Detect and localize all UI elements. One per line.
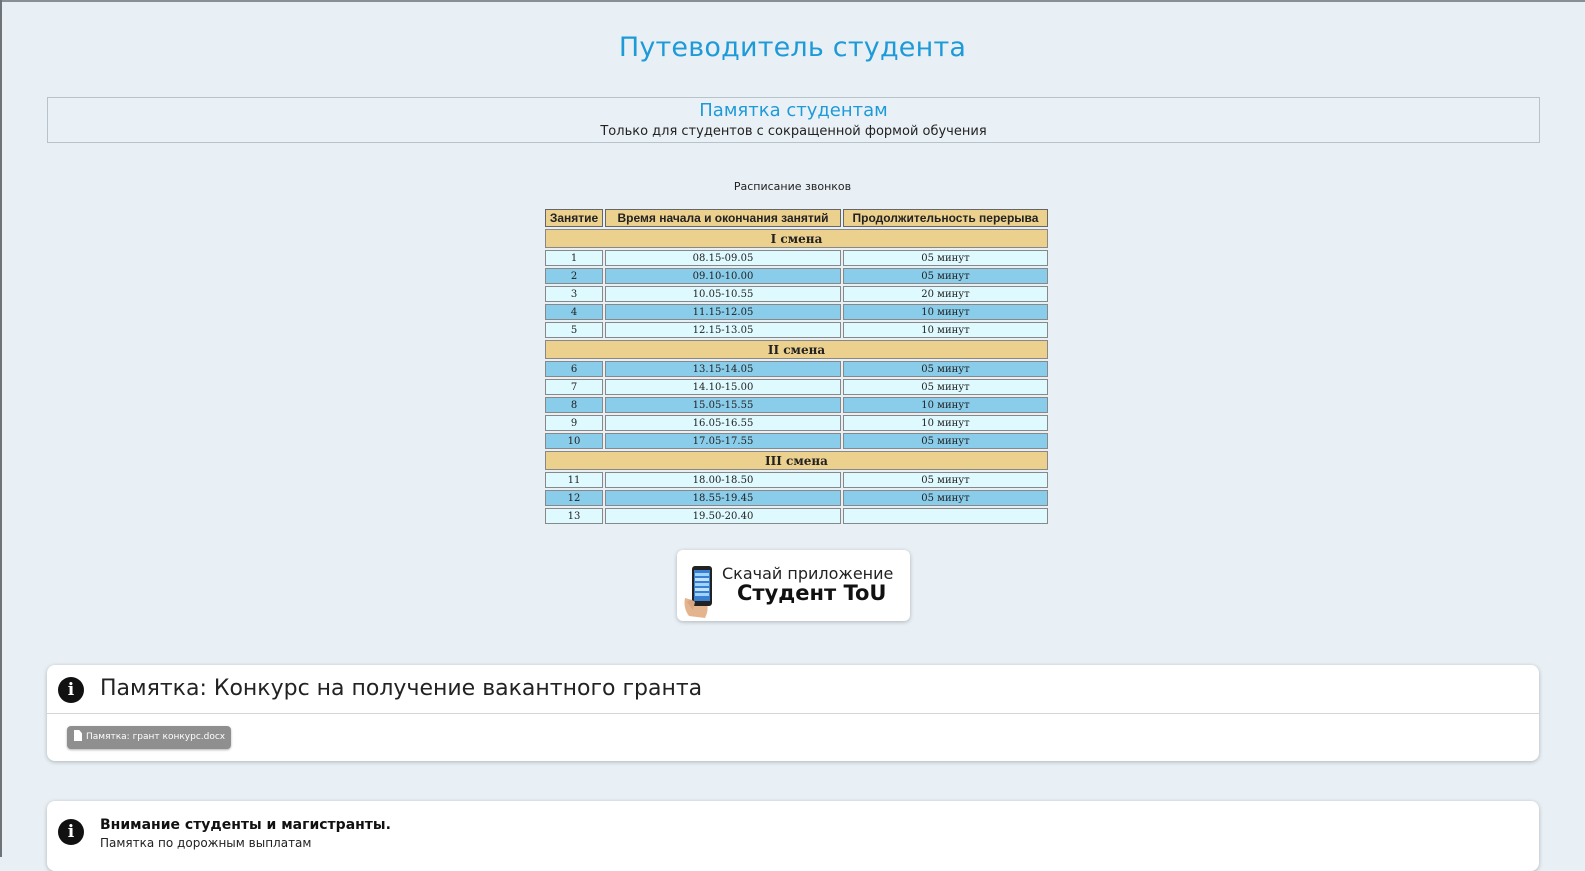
schedule-body: I смена 1 08.15-09.05 05 минут 2 09.10-10.00 0… <box>545 229 1048 524</box>
break-cell: 10 минут <box>843 415 1048 431</box>
header-break: Продолжительность перерыва <box>843 209 1048 227</box>
schedule-row: 12 18.55-19.45 05 минут <box>545 490 1048 506</box>
break-cell: 05 минут <box>843 490 1048 506</box>
schedule-caption: Расписание звонков <box>733 180 852 193</box>
lesson-number-cell: 9 <box>545 415 603 431</box>
break-cell: 20 минут <box>843 286 1048 302</box>
lesson-number-cell: 8 <box>545 397 603 413</box>
break-cell: 05 минут <box>843 361 1048 377</box>
lesson-number-cell: 12 <box>545 490 603 506</box>
time-cell: 14.10-15.00 <box>605 379 841 395</box>
lesson-number-cell: 1 <box>545 250 603 266</box>
shift-row: II смена <box>545 340 1048 359</box>
schedule-header-row: Занятие Время начала и окончания занятий… <box>545 209 1048 227</box>
shift-row: I смена <box>545 229 1048 248</box>
file-icon <box>74 730 82 741</box>
time-cell: 11.15-12.05 <box>605 304 841 320</box>
break-cell: 10 минут <box>843 397 1048 413</box>
schedule-row: 11 18.00-18.50 05 минут <box>545 472 1048 488</box>
break-cell: 05 минут <box>843 250 1048 266</box>
schedule-row: 8 15.05-15.55 10 минут <box>545 397 1048 413</box>
travel-memo-card: i Внимание студенты и магистранты. Памят… <box>47 801 1539 871</box>
schedule-row: 4 11.15-12.05 10 минут <box>545 304 1048 320</box>
time-cell: 19.50-20.40 <box>605 508 841 524</box>
schedule-row: 10 17.05-17.55 05 минут <box>545 433 1048 449</box>
shift-label: III смена <box>545 451 1048 470</box>
time-cell: 18.00-18.50 <box>605 472 841 488</box>
card-divider <box>47 713 1539 714</box>
time-cell: 16.05-16.55 <box>605 415 841 431</box>
break-cell: 05 минут <box>843 379 1048 395</box>
schedule-row: 13 19.50-20.40 <box>545 508 1048 524</box>
info-icon: i <box>58 677 84 703</box>
schedule-row: 1 08.15-09.05 05 минут <box>545 250 1048 266</box>
schedule-row: 9 16.05-16.55 10 минут <box>545 415 1048 431</box>
banner-line2: Студент ToU <box>737 581 887 605</box>
schedule-table: Занятие Время начала и окончания занятий… <box>543 207 1050 526</box>
shift-label: I смена <box>545 229 1048 248</box>
break-cell: 10 минут <box>843 322 1048 338</box>
schedule-row: 6 13.15-14.05 05 минут <box>545 361 1048 377</box>
page-title: Путеводитель студента <box>618 32 967 63</box>
schedule-row: 2 09.10-10.00 05 минут <box>545 268 1048 284</box>
schedule-row: 7 14.10-15.00 05 минут <box>545 379 1048 395</box>
header-lesson: Занятие <box>545 209 603 227</box>
lesson-number-cell: 13 <box>545 508 603 524</box>
lesson-number-cell: 2 <box>545 268 603 284</box>
lesson-number-cell: 7 <box>545 379 603 395</box>
lesson-number-cell: 11 <box>545 472 603 488</box>
phone-in-hand-icon <box>684 566 712 618</box>
time-cell: 08.15-09.05 <box>605 250 841 266</box>
time-cell: 18.55-19.45 <box>605 490 841 506</box>
break-cell: 05 минут <box>843 433 1048 449</box>
file-name: Памятка: грант конкурс.docx <box>86 732 226 742</box>
memo-subtitle: Только для студентов с сокращенной формо… <box>600 124 987 139</box>
lesson-number-cell: 4 <box>545 304 603 320</box>
break-cell <box>843 508 1048 524</box>
header-time: Время начала и окончания занятий <box>605 209 841 227</box>
shift-label: II смена <box>545 340 1048 359</box>
time-cell: 09.10-10.00 <box>605 268 841 284</box>
time-cell: 15.05-15.55 <box>605 397 841 413</box>
grant-card-title: Памятка: Конкурс на получение вакантного… <box>100 676 703 701</box>
time-cell: 13.15-14.05 <box>605 361 841 377</box>
time-cell: 12.15-13.05 <box>605 322 841 338</box>
window-frame-top <box>0 0 1585 2</box>
time-cell: 10.05-10.55 <box>605 286 841 302</box>
window-frame-left <box>0 0 2 857</box>
travel-card-subtitle[interactable]: Памятка по дорожным выплатам <box>100 836 311 850</box>
app-download-banner[interactable]: Скачай приложение Студент ToU <box>677 550 910 621</box>
lesson-number-cell: 10 <box>545 433 603 449</box>
break-cell: 10 минут <box>843 304 1048 320</box>
lesson-number-cell: 6 <box>545 361 603 377</box>
grant-memo-card: i Памятка: Конкурс на получение вакантно… <box>47 665 1539 761</box>
break-cell: 05 минут <box>843 268 1048 284</box>
travel-card-title: Внимание студенты и магистранты. <box>100 817 391 833</box>
lesson-number-cell: 3 <box>545 286 603 302</box>
time-cell: 17.05-17.55 <box>605 433 841 449</box>
file-download-button[interactable]: Памятка: грант конкурс.docx <box>67 726 232 749</box>
schedule-row: 5 12.15-13.05 10 минут <box>545 322 1048 338</box>
break-cell: 05 минут <box>843 472 1048 488</box>
memo-title: Памятка студентам <box>699 100 888 121</box>
schedule-row: 3 10.05-10.55 20 минут <box>545 286 1048 302</box>
memo-box: Памятка студентам Только для студентов с… <box>47 97 1540 143</box>
shift-row: III смена <box>545 451 1048 470</box>
lesson-number-cell: 5 <box>545 322 603 338</box>
info-icon: i <box>58 819 84 845</box>
